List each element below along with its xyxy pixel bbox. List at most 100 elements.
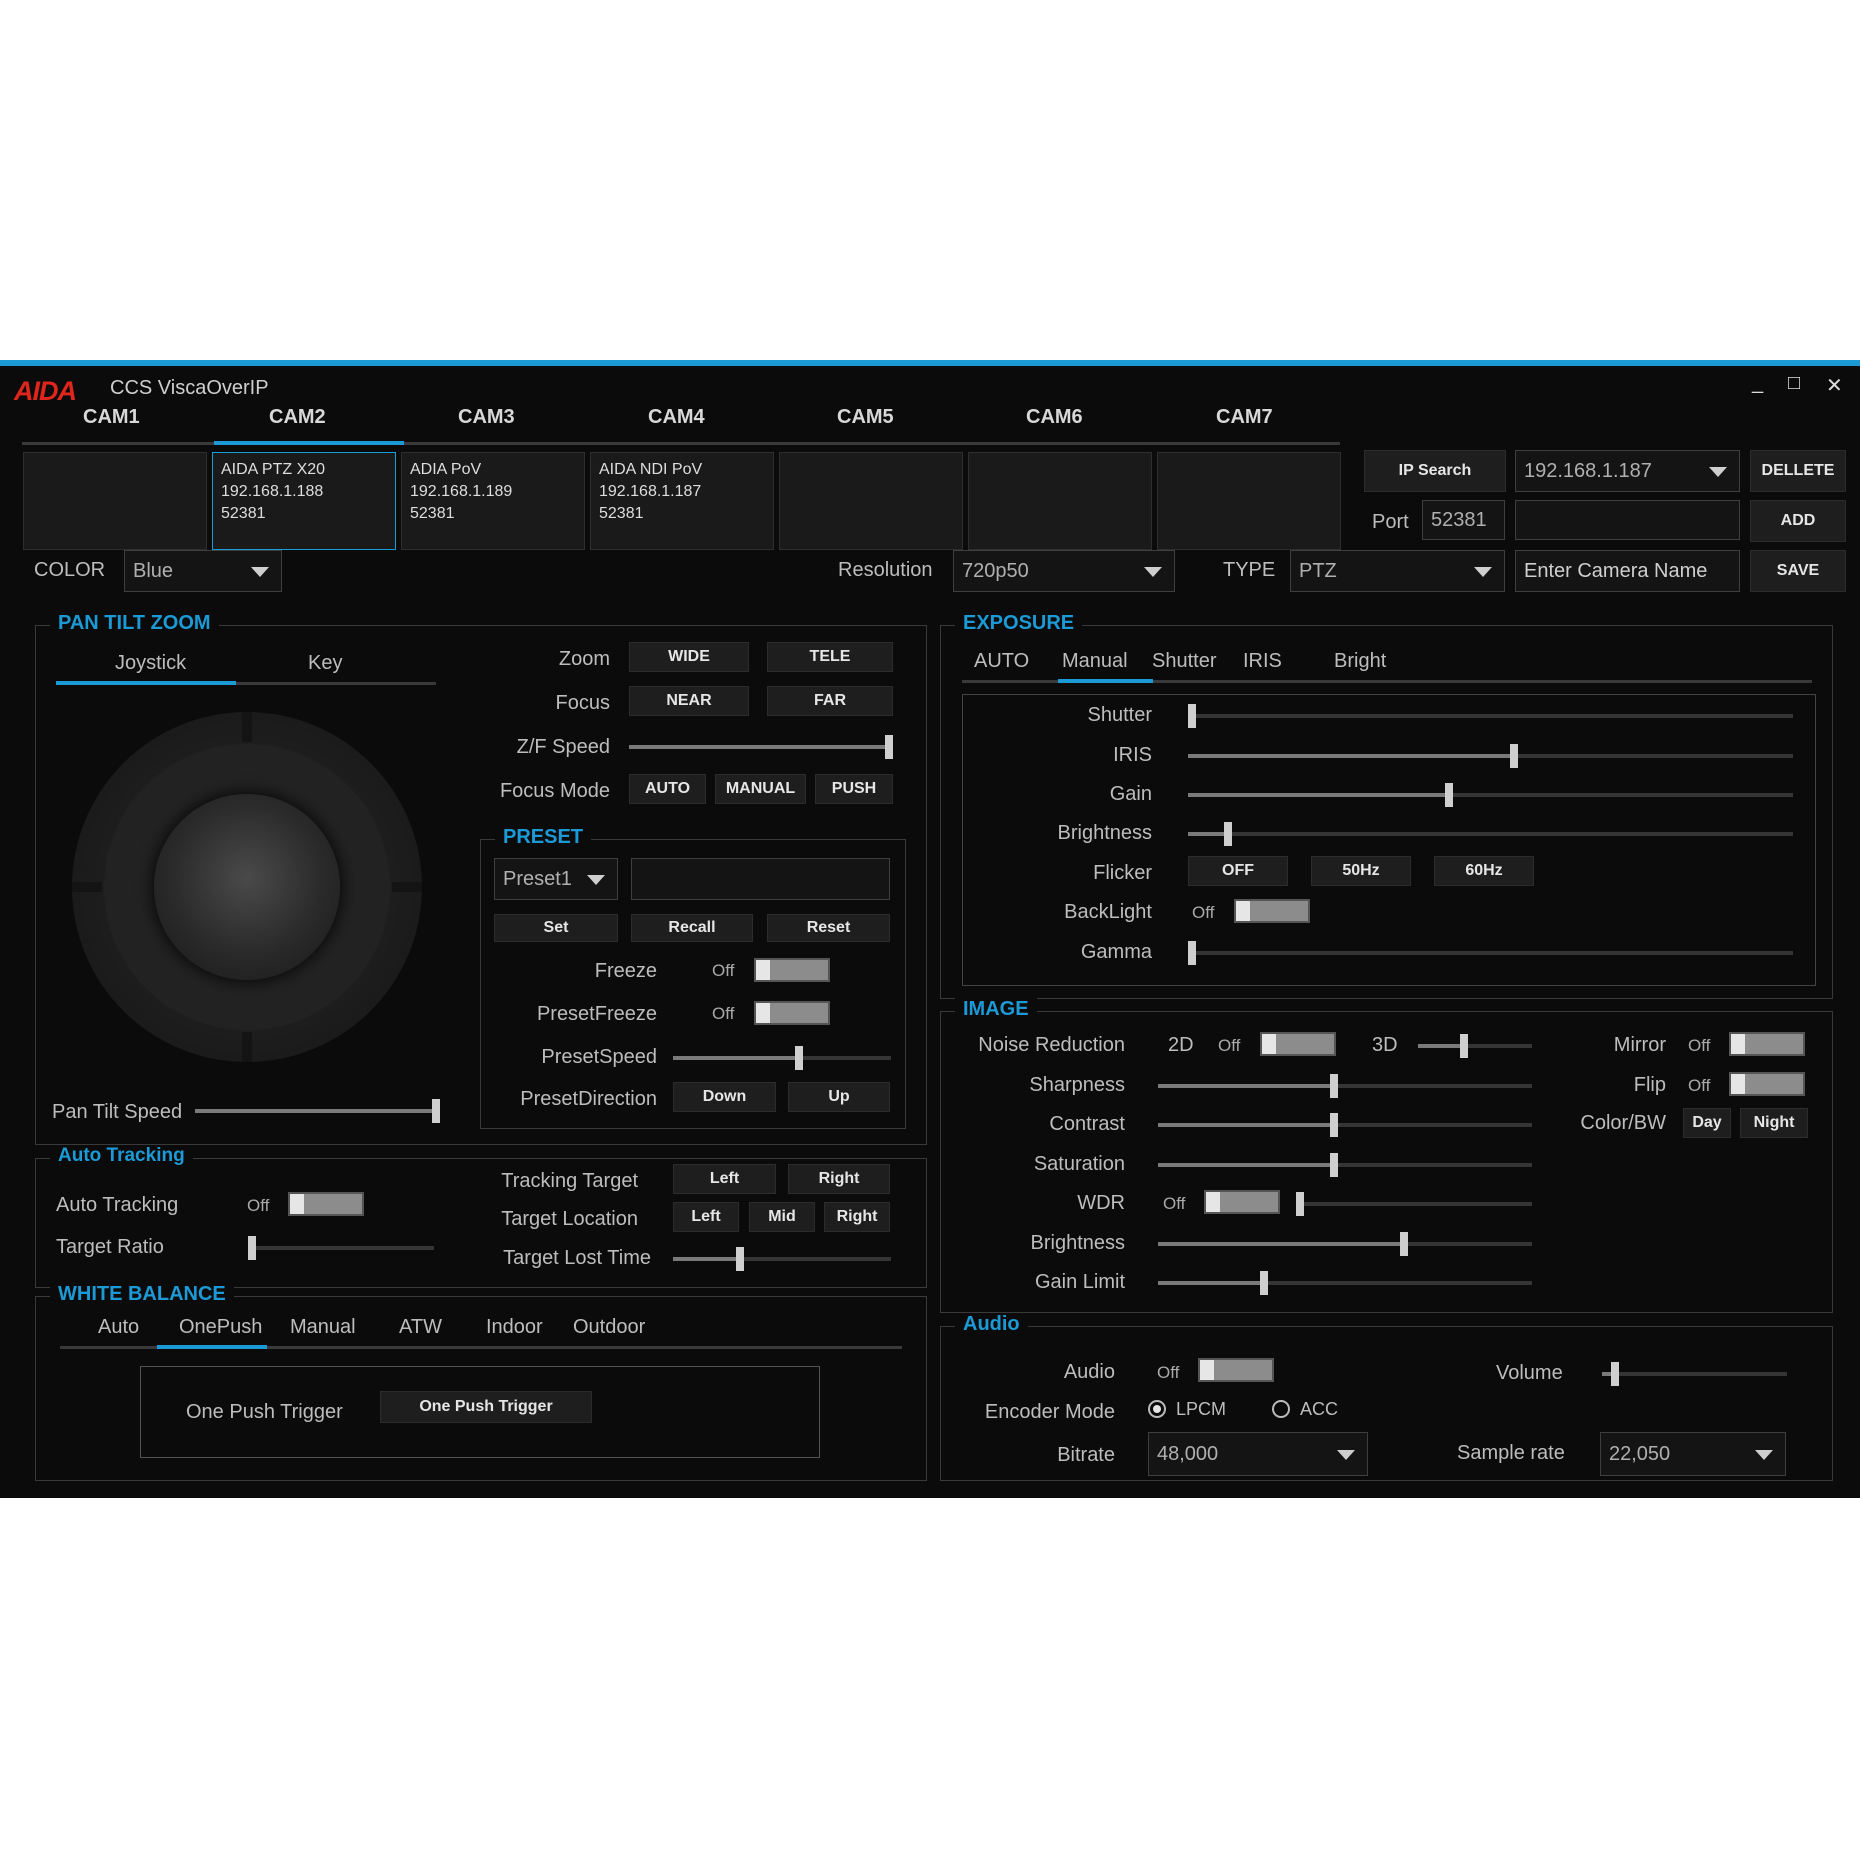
ip-search-button[interactable]: IP Search: [1364, 450, 1506, 492]
focus-far-button[interactable]: FAR: [767, 686, 893, 716]
tab-cam1[interactable]: CAM1: [83, 406, 140, 429]
preset-direction-up-button[interactable]: Up: [788, 1082, 890, 1112]
tab-cam5[interactable]: CAM5: [837, 406, 894, 429]
slider-thumb[interactable]: [795, 1046, 803, 1070]
ip-entry-input[interactable]: [1515, 500, 1740, 540]
tab-wb-manual[interactable]: Manual: [290, 1316, 356, 1339]
gamma-slider[interactable]: [1188, 941, 1793, 965]
slider-thumb[interactable]: [1330, 1113, 1338, 1137]
zoom-tele-button[interactable]: TELE: [767, 642, 893, 672]
slider-thumb[interactable]: [1188, 704, 1196, 728]
saturation-slider[interactable]: [1158, 1153, 1532, 1177]
wdr-toggle[interactable]: [1204, 1190, 1280, 1214]
slider-thumb[interactable]: [1611, 1362, 1619, 1386]
encoder-acc-radio[interactable]: [1272, 1400, 1290, 1418]
sample-rate-select[interactable]: 22,050: [1600, 1432, 1786, 1476]
flicker-60hz-button[interactable]: 60Hz: [1434, 856, 1534, 886]
focus-auto-button[interactable]: AUTO: [629, 774, 706, 804]
slider-thumb[interactable]: [736, 1247, 744, 1271]
preset-name-input[interactable]: [631, 858, 890, 900]
color-day-button[interactable]: Day: [1683, 1108, 1731, 1138]
tab-wb-atw[interactable]: ATW: [399, 1316, 442, 1339]
one-push-trigger-button[interactable]: One Push Trigger: [380, 1391, 592, 1423]
preset-freeze-toggle[interactable]: [754, 1001, 830, 1025]
joystick-knob[interactable]: [154, 794, 340, 980]
pan-tilt-speed-slider[interactable]: [195, 1099, 440, 1123]
tab-wb-outdoor[interactable]: Outdoor: [573, 1316, 645, 1339]
slider-thumb[interactable]: [1188, 941, 1196, 965]
color-night-button[interactable]: Night: [1740, 1108, 1808, 1138]
zoom-wide-button[interactable]: WIDE: [629, 642, 749, 672]
preset-speed-slider[interactable]: [673, 1046, 891, 1070]
target-location-mid-button[interactable]: Mid: [749, 1202, 815, 1232]
target-lost-time-slider[interactable]: [673, 1247, 891, 1271]
tab-exposure-manual[interactable]: Manual: [1062, 650, 1128, 673]
camera-slot-1[interactable]: [23, 452, 207, 550]
slider-thumb[interactable]: [432, 1099, 440, 1123]
camera-slot-3[interactable]: ADIA PoV 192.168.1.189 52381: [401, 452, 585, 550]
slider-thumb[interactable]: [1330, 1074, 1338, 1098]
delete-button[interactable]: DELLETE: [1750, 450, 1846, 492]
slider-thumb[interactable]: [1510, 744, 1518, 768]
exposure-brightness-slider[interactable]: [1188, 822, 1793, 846]
freeze-toggle[interactable]: [754, 958, 830, 982]
contrast-slider[interactable]: [1158, 1113, 1532, 1137]
tab-wb-auto[interactable]: Auto: [98, 1316, 139, 1339]
camera-slot-4[interactable]: AIDA NDI PoV 192.168.1.187 52381: [590, 452, 774, 550]
preset-reset-button[interactable]: Reset: [767, 914, 890, 942]
color-select[interactable]: Blue: [124, 550, 282, 592]
camera-slot-2[interactable]: AIDA PTZ X20 192.168.1.188 52381: [212, 452, 396, 550]
preset-recall-button[interactable]: Recall: [631, 914, 753, 942]
tab-joystick[interactable]: Joystick: [115, 652, 186, 675]
preset-select[interactable]: Preset1: [494, 858, 618, 900]
slider-thumb[interactable]: [1260, 1271, 1268, 1295]
volume-slider[interactable]: [1602, 1362, 1787, 1386]
iris-slider[interactable]: [1188, 744, 1793, 768]
target-location-left-button[interactable]: Left: [673, 1202, 739, 1232]
target-location-right-button[interactable]: Right: [824, 1202, 890, 1232]
tab-wb-onepush[interactable]: OnePush: [179, 1316, 262, 1339]
flicker-off-button[interactable]: OFF: [1188, 856, 1288, 886]
tab-cam2[interactable]: CAM2: [269, 406, 326, 429]
nr-2d-toggle[interactable]: [1260, 1032, 1336, 1056]
close-icon[interactable]: ✕: [1826, 373, 1843, 398]
nr-3d-slider[interactable]: [1418, 1034, 1532, 1058]
zf-speed-slider[interactable]: [629, 735, 893, 759]
flip-toggle[interactable]: [1729, 1072, 1805, 1096]
tab-exposure-iris[interactable]: IRIS: [1243, 650, 1282, 673]
mirror-toggle[interactable]: [1729, 1032, 1805, 1056]
target-ratio-slider[interactable]: [248, 1236, 434, 1260]
focus-near-button[interactable]: NEAR: [629, 686, 749, 716]
slider-thumb[interactable]: [1460, 1034, 1468, 1058]
tab-exposure-bright[interactable]: Bright: [1334, 650, 1386, 673]
sharpness-slider[interactable]: [1158, 1074, 1532, 1098]
encoder-lpcm-radio[interactable]: [1148, 1400, 1166, 1418]
tab-cam4[interactable]: CAM4: [648, 406, 705, 429]
gain-limit-slider[interactable]: [1158, 1271, 1532, 1295]
tab-wb-indoor[interactable]: Indoor: [486, 1316, 543, 1339]
focus-manual-button[interactable]: MANUAL: [715, 774, 806, 804]
tracking-target-right-button[interactable]: Right: [788, 1164, 890, 1194]
preset-direction-down-button[interactable]: Down: [673, 1082, 776, 1112]
tab-cam3[interactable]: CAM3: [458, 406, 515, 429]
camera-name-input[interactable]: Enter Camera Name: [1515, 550, 1740, 592]
port-input[interactable]: 52381: [1422, 500, 1505, 540]
tab-exposure-shutter[interactable]: Shutter: [1152, 650, 1216, 673]
joystick-pad[interactable]: [72, 712, 422, 1062]
slider-thumb[interactable]: [1400, 1232, 1408, 1256]
auto-tracking-toggle[interactable]: [288, 1192, 364, 1216]
wdr-slider[interactable]: [1296, 1192, 1532, 1216]
camera-slot-7[interactable]: [1157, 452, 1341, 550]
slider-thumb[interactable]: [1296, 1192, 1304, 1216]
type-select[interactable]: PTZ: [1290, 550, 1505, 592]
tracking-target-left-button[interactable]: Left: [673, 1164, 776, 1194]
camera-slot-5[interactable]: [779, 452, 963, 550]
add-button[interactable]: ADD: [1750, 500, 1846, 542]
backlight-toggle[interactable]: [1234, 899, 1310, 923]
slider-thumb[interactable]: [1330, 1153, 1338, 1177]
slider-thumb[interactable]: [248, 1236, 256, 1260]
resolution-select[interactable]: 720p50: [953, 550, 1175, 592]
save-button[interactable]: SAVE: [1750, 550, 1846, 592]
tab-key[interactable]: Key: [308, 652, 342, 675]
image-brightness-slider[interactable]: [1158, 1232, 1532, 1256]
